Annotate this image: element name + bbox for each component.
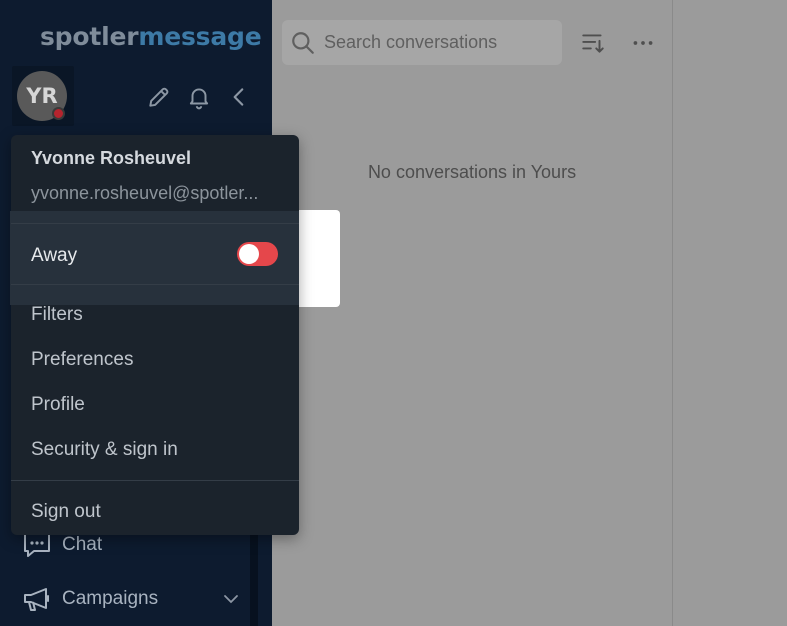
conversation-list: Search conversations No conversations in…: [272, 0, 672, 626]
megaphone-icon: [24, 588, 49, 611]
menu-item-security[interactable]: Security & sign in: [31, 439, 178, 461]
nav-item-label: Chat: [62, 534, 103, 555]
away-label: Away: [31, 245, 78, 266]
away-toggle[interactable]: [237, 242, 278, 266]
chat-icon: [24, 533, 50, 557]
menu-item-preferences[interactable]: Preferences: [31, 349, 133, 371]
nav-item-campaigns[interactable]: Campaigns: [22, 582, 252, 616]
sidebar-scrollbar[interactable]: [250, 520, 258, 626]
pencil-icon[interactable]: [146, 84, 172, 110]
avatar-initials: YR: [26, 84, 58, 108]
menu-item-filters[interactable]: Filters: [31, 304, 83, 326]
conversation-detail-pane: [673, 0, 787, 626]
divider: [11, 284, 299, 285]
user-email: yvonne.rosheuvel@spotler...: [31, 183, 259, 203]
menu-item-profile[interactable]: Profile: [31, 394, 85, 416]
user-menu: Yvonne Rosheuvel yvonne.rosheuvel@spotle…: [10, 135, 299, 535]
search-placeholder: Search conversations: [324, 32, 498, 52]
avatar-button[interactable]: YR: [12, 66, 74, 126]
away-toggle-row[interactable]: Away: [10, 211, 299, 305]
collapse-chevron-icon[interactable]: [226, 84, 252, 110]
divider: [11, 480, 299, 481]
more-options-icon[interactable]: [630, 30, 656, 56]
search-icon: [292, 31, 314, 54]
empty-state-text: No conversations in Yours: [367, 162, 577, 182]
nav-item-label: Campaigns: [62, 588, 159, 609]
app-logo: spotlermessage: [40, 22, 262, 51]
sort-icon[interactable]: [580, 30, 606, 56]
user-name: Yvonne Rosheuvel: [31, 148, 192, 168]
toggle-knob: [239, 244, 259, 264]
sign-out-button[interactable]: Sign out: [31, 501, 101, 523]
search-input[interactable]: Search conversations: [282, 20, 562, 65]
chevron-down-icon[interactable]: [222, 590, 240, 608]
bell-icon[interactable]: [186, 84, 212, 110]
logo-part2: message: [138, 22, 262, 51]
divider: [11, 223, 299, 224]
status-indicator: [52, 107, 65, 120]
logo-part1: spotler: [40, 22, 139, 51]
